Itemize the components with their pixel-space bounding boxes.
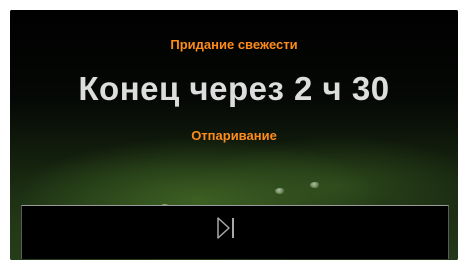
device-bezel: Придание свежести Конец через 2 ч 30 Отп… — [0, 0, 468, 270]
water-droplet — [310, 182, 320, 188]
skip-next-icon — [217, 217, 234, 239]
program-name: Придание свежести — [170, 37, 298, 52]
water-droplet — [275, 188, 285, 194]
time-remaining: Конец через 2 ч 30 — [78, 70, 390, 107]
current-phase: Отпаривание — [191, 128, 277, 143]
skip-next-button[interactable] — [212, 214, 240, 242]
